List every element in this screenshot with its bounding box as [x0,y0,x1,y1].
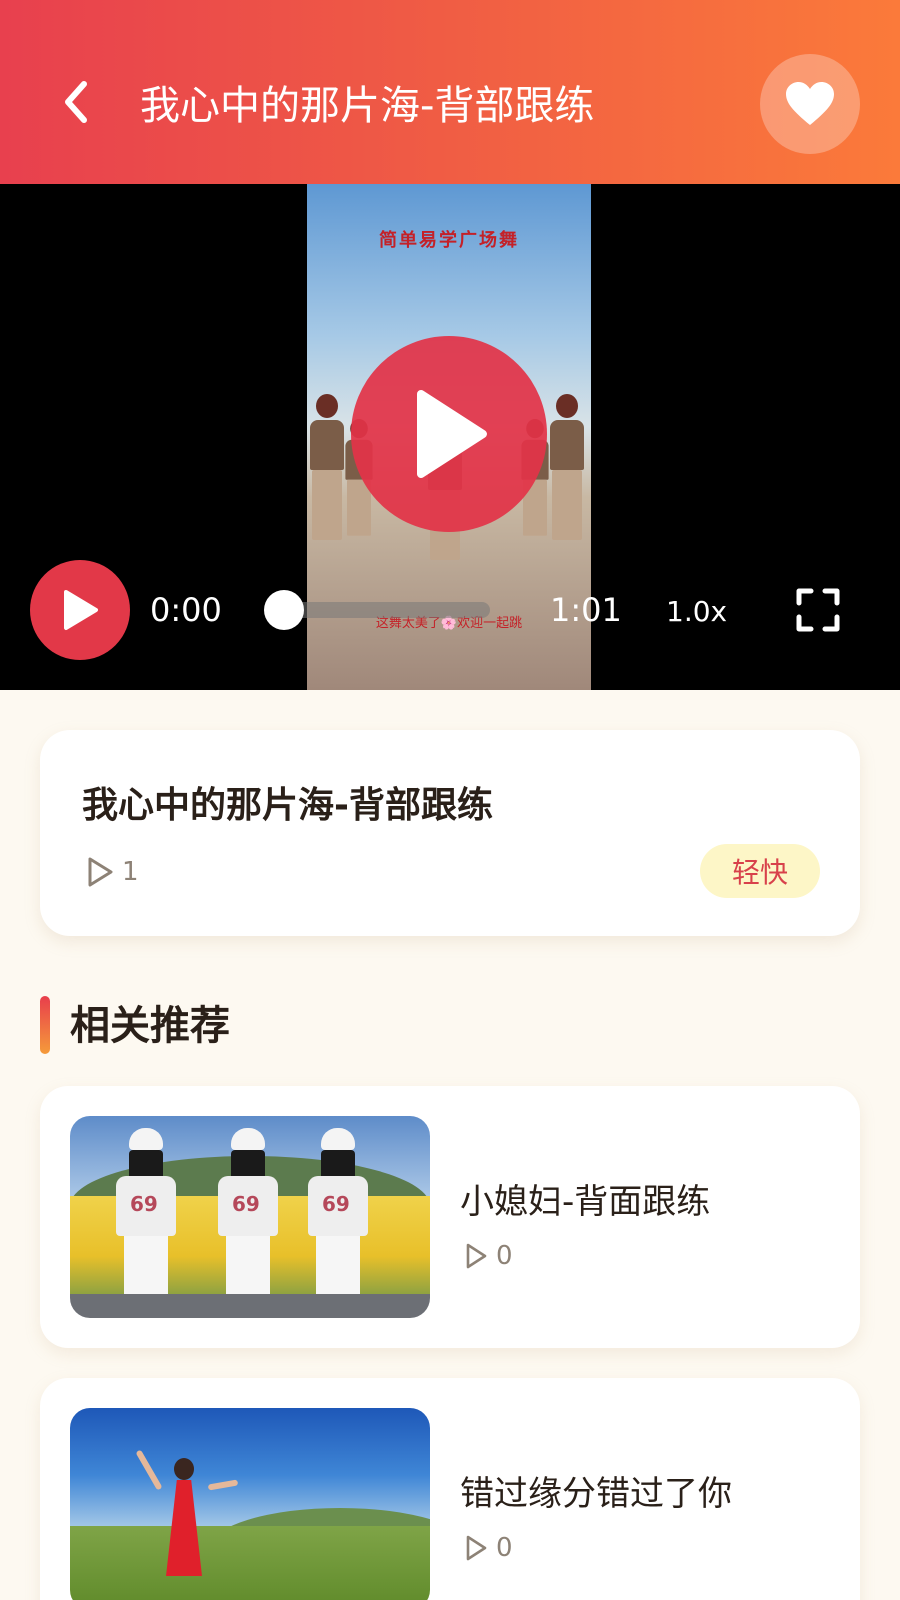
play-outline-icon [466,1243,487,1269]
page-title: 我心中的那片海-背部跟练 [140,83,595,129]
play-count-value: 1 [122,857,139,887]
play-outline-icon [466,1535,487,1561]
video-thumbnail [70,1116,430,1318]
video-info-card: 我心中的那片海-背部跟练 1 轻快 [40,730,860,936]
recommendation-card[interactable]: 小媳妇-背面跟练 0 [40,1086,860,1348]
current-time: 0:00 [150,591,222,629]
progress-handle[interactable] [264,590,304,630]
fullscreen-button[interactable] [796,588,840,632]
total-time: 1:01 [550,591,622,629]
play-icon [64,590,98,630]
playback-speed-button[interactable]: 1.0x [666,590,727,634]
video-title: 我心中的那片海-背部跟练 [82,785,493,826]
recommendation-title: 小媳妇-背面跟练 [460,1182,711,1222]
dancer-figure [549,394,585,544]
recommendation-title: 错过缘分错过了你 [460,1474,732,1514]
chevron-left-icon [65,81,87,123]
video-caption-top: 简单易学广场舞 [379,230,519,251]
play-button[interactable] [30,560,130,660]
section-accent-bar [40,996,50,1054]
play-outline-icon [88,857,113,887]
video-player[interactable]: 简单易学广场舞 这舞太美了🌸欢迎一起跳 0:00 1:01 1.0x [0,184,900,690]
center-play-button[interactable] [351,336,547,532]
dancer-figure [309,394,345,544]
fullscreen-icon [796,588,840,632]
player-controls: 0:00 1:01 1.0x [0,560,900,660]
favorite-button[interactable] [760,54,860,154]
play-count: 0 [464,1528,513,1568]
top-bar: 我心中的那片海-背部跟练 [0,0,900,184]
play-count: 0 [464,1236,513,1276]
video-thumbnail [70,1408,430,1600]
play-count: 1 [86,852,139,892]
play-icon [417,390,487,478]
play-count-value: 0 [496,1241,513,1271]
back-button[interactable] [48,72,108,132]
section-title: 相关推荐 [70,1003,230,1049]
play-count-value: 0 [496,1533,513,1563]
style-tag: 轻快 [700,844,820,898]
recommendation-card[interactable]: 错过缘分错过了你 0 [40,1378,860,1600]
heart-icon [786,82,834,125]
